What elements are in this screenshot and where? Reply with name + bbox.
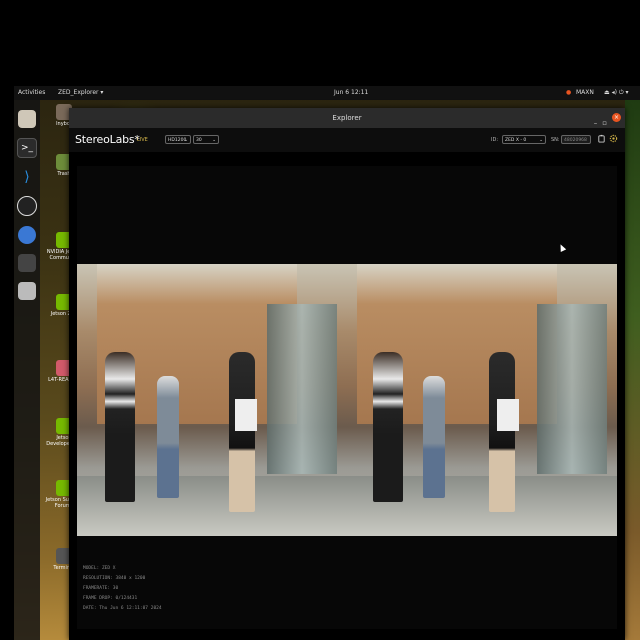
tote-bag	[235, 399, 257, 431]
tote-bag	[497, 399, 519, 431]
person	[105, 352, 135, 502]
nvidia-icon[interactable]: ●	[566, 89, 571, 96]
chevron-down-icon: ⌄	[539, 138, 543, 143]
explorer-window: Explorer – ▫ × StereoLabs* LIVE HD1200 ⌄…	[69, 108, 625, 640]
brand-logo: StereoLabs*	[75, 133, 140, 146]
desktop: Activities ZED_Explorer ▾ Jun 6 12:11 ● …	[14, 86, 640, 640]
chevron-down-icon: ⌄	[212, 138, 216, 143]
left-camera-view	[77, 264, 347, 536]
activities-button[interactable]: Activities	[18, 89, 45, 96]
video-viewer: MODEL: ZED X RESOLUTION: 3840 x 1200 FRA…	[77, 166, 617, 629]
app-icon[interactable]	[18, 254, 36, 272]
person	[157, 376, 179, 498]
resolution-info: RESOLUTION: 3840 x 1200	[83, 576, 146, 581]
explorer-toolbar: StereoLabs* LIVE HD1200 ⌄ 30 ⌄ ID: ZED X…	[69, 128, 625, 152]
glass-facade	[537, 304, 607, 474]
id-label: ID:	[491, 137, 499, 143]
record-icon[interactable]	[597, 134, 606, 143]
settings-gear-icon[interactable]	[609, 134, 618, 143]
sn-label: SN:	[551, 137, 560, 143]
wallpaper-strip	[625, 100, 640, 640]
top-bar: Activities ZED_Explorer ▾ Jun 6 12:11 ● …	[14, 86, 640, 100]
fps-select-value: 30	[196, 138, 202, 143]
camera-info-panel: MODEL: ZED X RESOLUTION: 3840 x 1200 FRA…	[83, 564, 162, 614]
files-icon[interactable]	[18, 110, 36, 128]
person	[423, 376, 445, 498]
person	[373, 352, 403, 502]
vscode-icon[interactable]: ⟩	[18, 168, 36, 186]
app-menu[interactable]: ZED_Explorer ▾	[58, 89, 103, 96]
model-info: MODEL: ZED X	[83, 566, 116, 571]
person	[229, 352, 255, 512]
date-info: DATE: Thu Jun 6 12:11:07 2024	[83, 606, 162, 611]
frame-drop-info: FRAME DROP: 0/124431	[83, 596, 138, 601]
clock[interactable]: Jun 6 12:11	[334, 89, 368, 96]
system-tray-icons[interactable]: ⏏ ◂) ⏻ ▾	[604, 89, 629, 97]
window-title: Explorer	[332, 114, 362, 122]
glass-facade	[267, 304, 337, 474]
camera-id-select[interactable]: ZED X - 0 ⌄	[502, 135, 546, 144]
person	[489, 352, 515, 512]
dock: >_ ⟩	[14, 100, 40, 640]
terminal-icon[interactable]: >_	[17, 138, 37, 158]
close-icon[interactable]: ×	[612, 113, 621, 122]
chevron-down-icon: ⌄	[184, 138, 188, 143]
resolution-select[interactable]: HD1200 ⌄	[165, 135, 191, 144]
stereo-view	[77, 264, 617, 536]
window-titlebar[interactable]: Explorer – ▫ ×	[69, 108, 625, 128]
camera-id-select-value: ZED X - 0	[505, 138, 527, 143]
power-mode[interactable]: MAXN	[576, 89, 594, 96]
live-badge: LIVE	[137, 137, 148, 143]
fps-select[interactable]: 30 ⌄	[193, 135, 219, 144]
right-camera-view	[347, 264, 617, 536]
serial-number-field: 48020968	[561, 135, 591, 144]
obs-icon[interactable]	[17, 196, 37, 216]
serial-number-value: 48020968	[564, 138, 587, 143]
drive-icon[interactable]	[18, 282, 36, 300]
framerate-info: FRAMERATE: 30	[83, 586, 119, 591]
chromium-icon[interactable]	[18, 226, 36, 244]
